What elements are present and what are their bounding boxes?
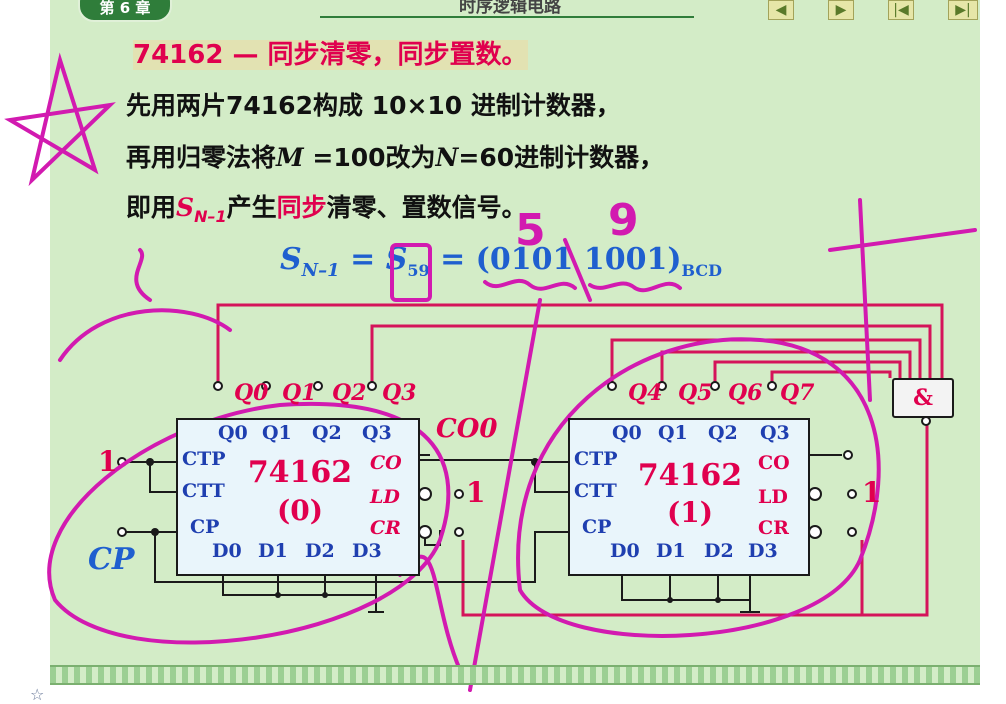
chip1-pin-ctt: CTT — [574, 480, 617, 502]
chip0-out-q1: Q1 — [282, 380, 317, 406]
chip0-pin-q2: Q2 — [312, 422, 342, 444]
input-one-label: 1 — [98, 445, 118, 478]
handwritten-digit-9: 9 — [608, 195, 639, 246]
handwritten-digit-5: 5 — [515, 205, 546, 256]
chip1-pin-d0: D0 — [610, 540, 640, 562]
co0-label: CO0 — [436, 414, 498, 444]
and-gate: & — [892, 378, 954, 418]
chip0-out-q3: Q3 — [382, 380, 417, 406]
chip1-pin-d2: D2 — [704, 540, 734, 562]
chip1-out-q5: Q5 — [678, 380, 713, 406]
chip1-name: 74162 — [637, 458, 743, 493]
chip0-name: 74162 — [247, 455, 353, 490]
chip1-pin-q0: Q0 — [612, 422, 642, 444]
chip0-out-q2: Q2 — [332, 380, 367, 406]
chip1-pin-cr: CR — [758, 517, 789, 539]
cp-input-label: CP — [88, 542, 135, 577]
wire-q0-to-gate — [216, 303, 944, 388]
ld0-one-label: 1 — [466, 476, 486, 509]
chip1-pin-cp: CP — [582, 516, 612, 538]
chip0-pin-co: CO — [370, 452, 402, 474]
chip0-pin-d0: D0 — [212, 540, 242, 562]
chip0-pin-ld: LD — [370, 486, 400, 508]
chip1-pin-q1: Q1 — [658, 422, 688, 444]
chip0-pin-q3: Q3 — [362, 422, 392, 444]
chip0-pin-d1: D1 — [258, 540, 288, 562]
chip1-pin-ld: LD — [758, 486, 788, 508]
chip1-pin-ctp: CTP — [574, 448, 618, 470]
chip1-pin-d3: D3 — [748, 540, 778, 562]
chip0-out-q0: Q0 — [234, 380, 269, 406]
chip1-out-q7: Q7 — [780, 380, 815, 406]
chip0-pin-ctp: CTP — [182, 448, 226, 470]
chip0-pin-d2: D2 — [305, 540, 335, 562]
chip1-pin-co: CO — [758, 452, 790, 474]
ld1-one-label: 1 — [862, 476, 882, 509]
chip0-pin-cr: CR — [370, 517, 401, 539]
chip1-out-q4: Q4 — [628, 380, 663, 406]
and-gate-label: & — [913, 385, 933, 411]
chip0-pin-cp: CP — [190, 516, 220, 538]
chip1-pin-q3: Q3 — [760, 422, 790, 444]
chip0-number: (0) — [277, 494, 323, 527]
star-icon[interactable]: ☆ — [30, 685, 44, 704]
chip0-pin-q1: Q1 — [262, 422, 292, 444]
circuit-wiring — [4, 52, 977, 692]
handwritten-ink — [4, 52, 977, 692]
footer-border — [50, 665, 980, 685]
chip1-number: (1) — [667, 496, 713, 529]
chip0-pin-q0: Q0 — [218, 422, 248, 444]
chip1-out-q6: Q6 — [728, 380, 763, 406]
chip1-pin-q2: Q2 — [708, 422, 738, 444]
chip0-pin-d3: D3 — [352, 540, 382, 562]
chip0-pin-ctt: CTT — [182, 480, 225, 502]
chip1-pin-d1: D1 — [656, 540, 686, 562]
